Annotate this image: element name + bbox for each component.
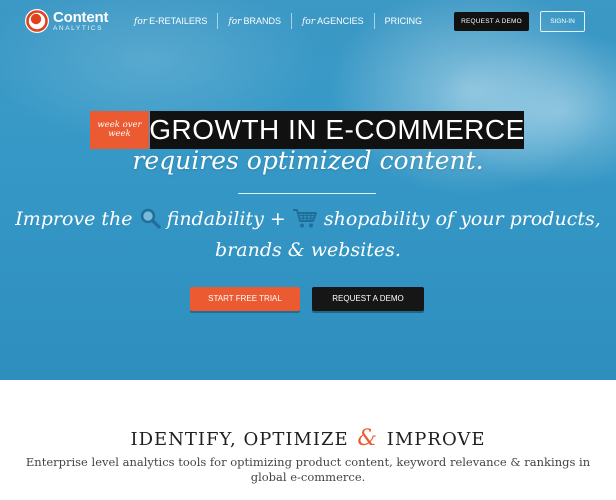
- tagline-part-2: findability +: [166, 208, 286, 230]
- logo-name: Content: [53, 8, 109, 26]
- logo-subtitle: ANALYTICS: [53, 24, 104, 32]
- features-title-part-1: IDENTIFY, OPTIMIZE: [130, 429, 349, 450]
- nav-item-label: PRICING: [384, 16, 423, 26]
- nav-item-e-retailers[interactable]: for E-RETAILERS: [124, 13, 217, 29]
- logo[interactable]: Content ANALYTICS: [24, 7, 108, 35]
- week-over-week-badge: week over week: [90, 111, 149, 149]
- nav-item-prefix: for: [134, 17, 148, 27]
- tagline-part-3: shopability of your products,: [323, 208, 601, 230]
- features-title-part-2: IMPROVE: [386, 429, 486, 450]
- hero-divider: [238, 193, 376, 194]
- headline: GROWTH IN E-COMMERCE: [149, 114, 525, 145]
- magnifier-icon: [139, 207, 161, 237]
- badge-line-2: week: [108, 129, 131, 139]
- features-title: IDENTIFY, OPTIMIZE & IMPROVE: [0, 426, 616, 451]
- top-navigation: Content ANALYTICS for E-RETAILERS for BRAN…: [0, 0, 616, 42]
- logo-text: Content ANALYTICS: [53, 10, 108, 33]
- nav-item-pricing[interactable]: PRICING: [373, 13, 433, 29]
- hero-background-photo: [0, 0, 616, 380]
- nav-item-label: BRANDS: [243, 16, 281, 26]
- logo-mark-icon: [24, 8, 50, 34]
- nav-item-agencies[interactable]: for AGENCIES: [291, 13, 374, 29]
- headline-box: GROWTH IN E-COMMERCE: [149, 111, 525, 149]
- nav-links: for E-RETAILERS for BRANDS for AGENCIES PRI…: [124, 12, 432, 30]
- features-description: Enterprise level analytics tools for opt…: [25, 455, 591, 484]
- sign-in-button[interactable]: SIGN-IN: [540, 11, 585, 32]
- nav-item-label: E-RETAILERS: [149, 16, 208, 26]
- nav-item-prefix: for: [302, 17, 316, 27]
- nav-item-label: AGENCIES: [317, 16, 364, 26]
- features-title-ampersand: &: [357, 426, 378, 451]
- nav-item-brands[interactable]: for BRANDS: [217, 13, 291, 29]
- request-demo-button-header[interactable]: REQUEST A DEMO: [454, 12, 529, 31]
- shopping-cart-icon: [292, 207, 318, 237]
- start-free-trial-button[interactable]: START FREE TRIAL: [190, 287, 300, 311]
- tagline-part-1: Improve the: [15, 208, 133, 230]
- request-demo-button[interactable]: REQUEST A DEMO: [312, 287, 424, 311]
- nav-item-prefix: for: [228, 17, 242, 27]
- subheadline: requires optimized content.: [132, 146, 484, 175]
- tagline: Improve the findability + shopability of…: [0, 206, 616, 264]
- tagline-line-2: brands & websites.: [215, 239, 401, 261]
- hero-section: Content ANALYTICS for E-RETAILERS for BRAN…: [0, 0, 616, 380]
